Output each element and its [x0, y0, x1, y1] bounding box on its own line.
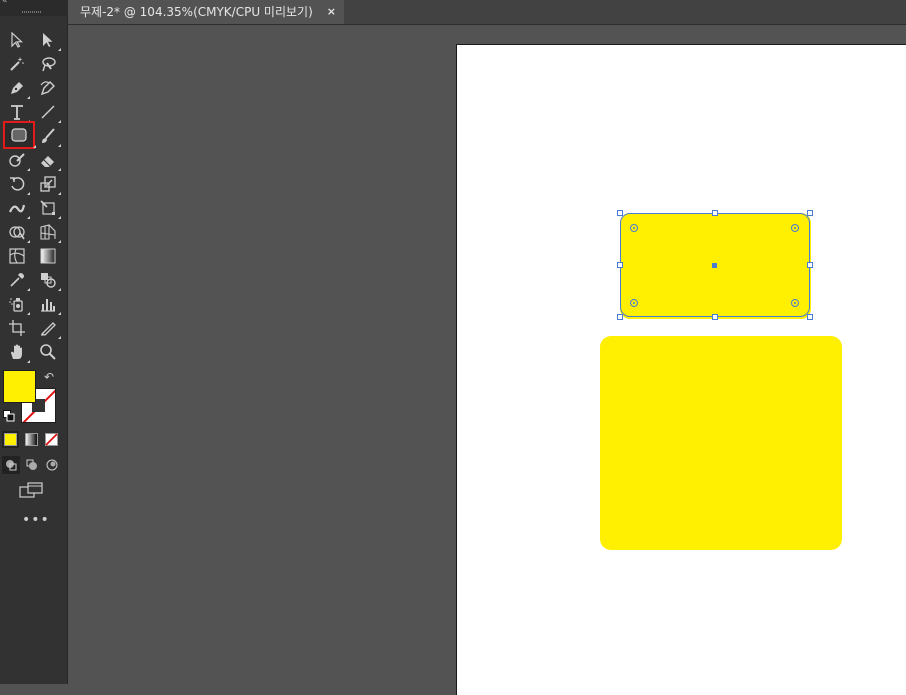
column-graph-tool[interactable]	[37, 293, 61, 315]
tools-panel: « ↶ •••	[0, 0, 68, 684]
draw-normal-icon	[6, 460, 17, 471]
panel-grip[interactable]: «	[0, 0, 68, 16]
document-tab-bar: 무제-2* @ 104.35%(CMYK/CPU 미리보기) ×	[68, 0, 906, 25]
default-colors-icon[interactable]	[3, 410, 15, 422]
perspective-grid-tool[interactable]	[37, 221, 61, 243]
collapse-icon[interactable]: «	[2, 0, 8, 6]
drag-handle[interactable]	[22, 11, 42, 13]
slice-icon	[40, 322, 56, 336]
none-mode-button[interactable]	[43, 431, 60, 448]
edit-toolbar-icon[interactable]: •••	[22, 512, 50, 528]
brush-icon	[42, 128, 55, 143]
gradient-swatch-icon	[25, 433, 38, 446]
blend-icon	[41, 273, 56, 288]
corner-widget-bottom-right[interactable]	[791, 299, 799, 307]
hand-icon	[11, 344, 22, 359]
hand-tool[interactable]	[6, 341, 30, 363]
gradient-tool[interactable]	[37, 245, 59, 267]
handle-middle-left[interactable]	[617, 262, 623, 268]
yellow-rounded-rectangle-large[interactable]	[600, 336, 842, 550]
mesh-icon	[9, 248, 25, 264]
corner-widget-bottom-left[interactable]	[630, 299, 638, 307]
lasso-tool[interactable]	[37, 53, 59, 75]
scale-tool[interactable]	[37, 173, 61, 195]
draw-behind-button[interactable]	[23, 456, 41, 474]
shaper-icon	[9, 153, 25, 167]
color-icon	[4, 433, 17, 446]
handle-top-left[interactable]	[617, 210, 623, 216]
handle-top-right[interactable]	[807, 210, 813, 216]
zoom-icon	[40, 344, 56, 360]
artboard-icon	[9, 320, 25, 336]
free-transform-tool[interactable]	[37, 197, 61, 219]
center-point	[712, 263, 717, 268]
handle-bottom-left[interactable]	[617, 314, 623, 320]
zoom-tool[interactable]	[37, 341, 59, 363]
eyedropper-icon	[10, 273, 24, 287]
line-segment-tool[interactable]	[37, 101, 61, 123]
color-mode-button[interactable]	[2, 431, 19, 448]
symbol-sprayer-icon	[9, 298, 23, 312]
lasso-icon	[42, 57, 56, 72]
corner-widget-top-right[interactable]	[791, 224, 799, 232]
eraser-tool[interactable]	[37, 149, 61, 171]
draw-inside-icon	[46, 459, 58, 471]
shape-builder-tool[interactable]	[6, 221, 30, 243]
gradient-mode-button[interactable]	[23, 431, 40, 448]
rotate-icon	[10, 177, 25, 191]
direct-selection-tool[interactable]	[37, 29, 61, 51]
scale-icon	[40, 176, 56, 192]
corner-widget-top-left[interactable]	[630, 224, 638, 232]
perspective-icon	[40, 224, 56, 240]
draw-behind-icon	[26, 459, 37, 470]
handle-bottom-right[interactable]	[807, 314, 813, 320]
pen-tool[interactable]	[6, 77, 30, 99]
selection-tool[interactable]	[6, 29, 28, 51]
screen-mode-icon[interactable]	[19, 481, 45, 499]
slice-tool[interactable]	[37, 317, 61, 339]
curvature-tool[interactable]	[37, 77, 59, 99]
handle-bottom-middle[interactable]	[712, 314, 718, 320]
fill-swatch[interactable]	[3, 370, 36, 403]
draw-inside-button[interactable]	[43, 456, 61, 474]
free-transform-icon	[40, 200, 55, 215]
document-tab-title: 무제-2* @ 104.35%(CMYK/CPU 미리보기)	[80, 5, 313, 19]
eraser-icon	[41, 156, 54, 167]
line-icon	[41, 105, 55, 119]
mesh-tool[interactable]	[6, 245, 28, 267]
shape-builder-icon	[9, 226, 25, 240]
magic-wand-icon	[10, 57, 24, 71]
handle-top-middle[interactable]	[712, 210, 718, 216]
rectangle-tool[interactable]	[3, 121, 36, 149]
width-tool[interactable]	[6, 197, 30, 219]
arrow-icon	[11, 31, 24, 48]
blend-tool[interactable]	[37, 269, 61, 291]
symbol-sprayer-tool[interactable]	[6, 293, 30, 315]
rotate-tool[interactable]	[6, 173, 30, 195]
type-tool[interactable]	[6, 101, 30, 123]
type-icon	[11, 105, 23, 120]
artboard-tool[interactable]	[6, 317, 28, 339]
shaper-tool[interactable]	[6, 149, 30, 171]
paintbrush-tool[interactable]	[37, 125, 61, 147]
none-icon	[45, 433, 58, 446]
handle-middle-right[interactable]	[807, 262, 813, 268]
gradient-icon	[40, 248, 56, 264]
draw-normal-button[interactable]	[2, 456, 20, 474]
close-tab-icon[interactable]: ×	[327, 0, 336, 24]
white-arrow-icon	[43, 33, 53, 47]
width-icon	[8, 204, 26, 213]
rectangle-icon	[11, 128, 27, 142]
graph-icon	[41, 299, 55, 312]
magic-wand-tool[interactable]	[6, 53, 28, 75]
pen-icon	[11, 82, 23, 94]
curvature-icon	[40, 81, 55, 96]
swap-fill-stroke-icon[interactable]: ↶	[44, 370, 58, 384]
eyedropper-tool[interactable]	[6, 269, 30, 291]
document-tab[interactable]: 무제-2* @ 104.35%(CMYK/CPU 미리보기) ×	[68, 0, 344, 24]
